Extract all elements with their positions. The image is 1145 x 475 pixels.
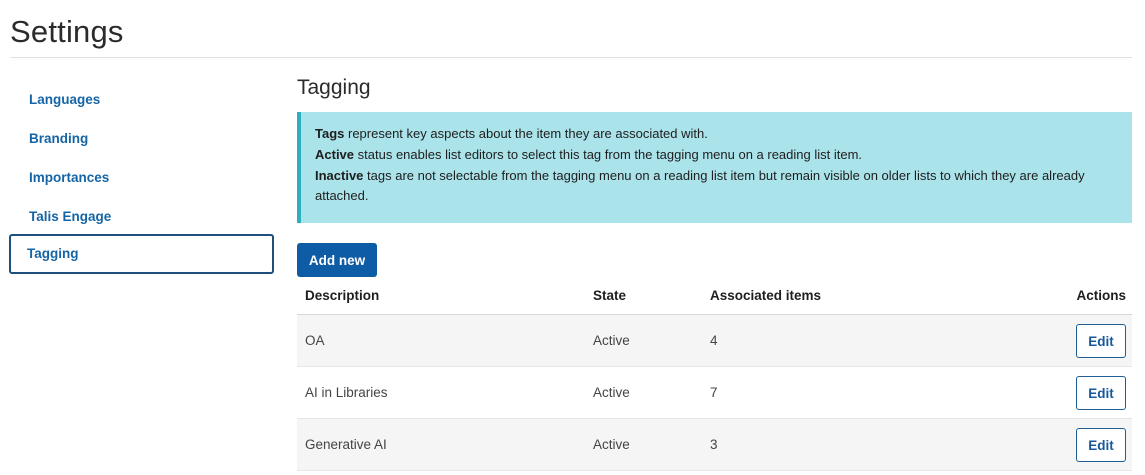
section-title: Tagging (297, 76, 371, 99)
info-box: Tags represent key aspects about the ite… (297, 112, 1132, 223)
edit-button[interactable]: Edit (1076, 376, 1126, 410)
cell-state: Active (593, 333, 630, 348)
cell-associated-items: 4 (710, 333, 718, 348)
header-actions: Actions (1076, 288, 1126, 303)
sidebar-item-importances[interactable]: Importances (9, 156, 274, 195)
table-row: AI in Libraries Active 7 Edit (297, 367, 1132, 419)
info-line-tags: Tags represent key aspects about the ite… (315, 126, 708, 141)
cell-associated-items: 3 (710, 437, 718, 452)
cell-state: Active (593, 437, 630, 452)
sidebar-item-branding[interactable]: Branding (9, 117, 274, 156)
header-associated-items: Associated items (710, 288, 822, 303)
cell-description: Generative AI (305, 437, 387, 452)
tags-table: Description State Associated items Actio… (297, 285, 1132, 471)
info-line-inactive: Inactive tags are not selectable from th… (315, 167, 1085, 204)
header-description: Description (305, 288, 380, 303)
sidebar-item-tagging[interactable]: Tagging (9, 234, 274, 274)
header-state: State (593, 288, 627, 303)
info-line-active: Active status enables list editors to se… (315, 146, 863, 162)
page-title: Settings (10, 14, 124, 49)
table-row: Generative AI Active 3 Edit (297, 419, 1132, 471)
sidebar-item-languages[interactable]: Languages (9, 78, 274, 117)
cell-state: Active (593, 385, 630, 400)
cell-description: AI in Libraries (305, 385, 388, 400)
settings-sidebar: Languages Branding Importances Talis Eng… (9, 78, 274, 274)
cell-description: OA (305, 333, 325, 348)
add-new-button[interactable]: Add new (297, 243, 377, 277)
tagging-panel: Tagging Tags represent key aspects about… (297, 76, 1132, 471)
sidebar-item-talis-engage[interactable]: Talis Engage (9, 195, 274, 234)
title-divider (10, 57, 1132, 58)
table-row: OA Active 4 Edit (297, 315, 1132, 367)
table-header: Description State Associated items Actio… (297, 285, 1132, 315)
edit-button[interactable]: Edit (1076, 324, 1126, 358)
edit-button[interactable]: Edit (1076, 428, 1126, 462)
cell-associated-items: 7 (710, 385, 718, 400)
